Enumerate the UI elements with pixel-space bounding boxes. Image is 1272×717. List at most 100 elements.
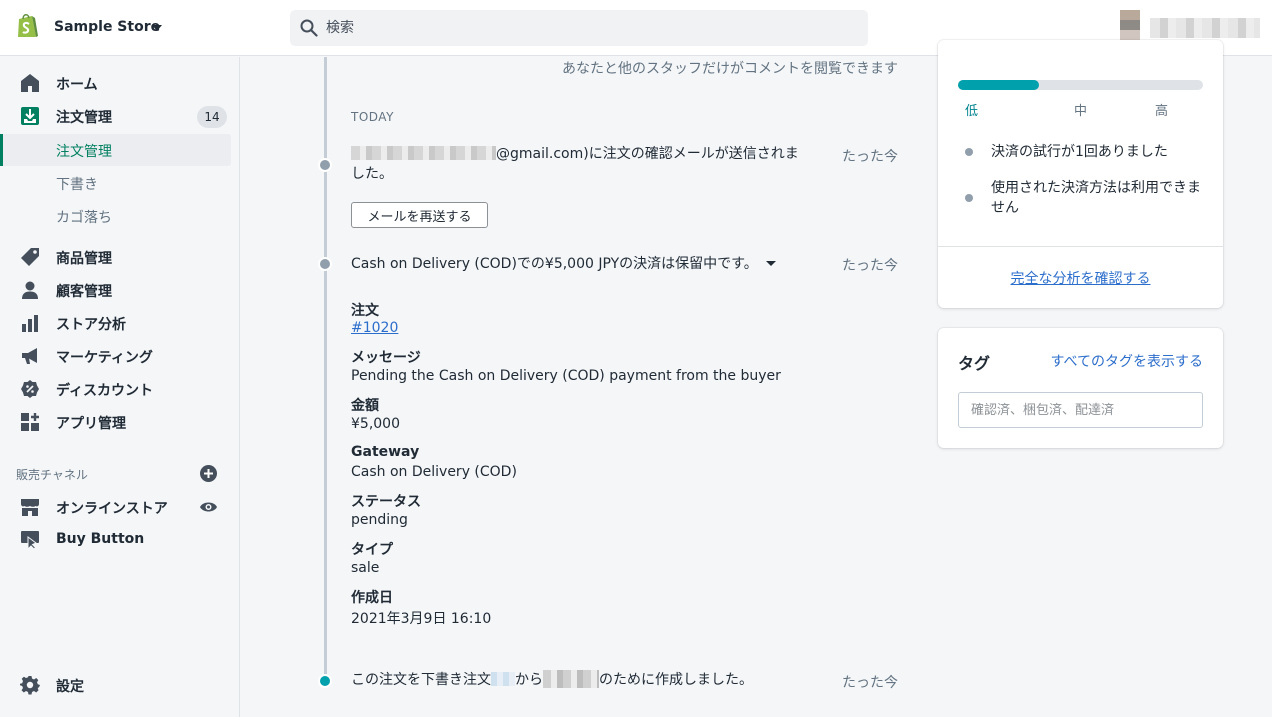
- apps-icon: [21, 413, 39, 431]
- tags-card: タグ すべてのタグを表示する: [938, 328, 1223, 448]
- buy-button-icon: [21, 531, 39, 550]
- redacted-email: [351, 146, 496, 160]
- sales-channels-heading: 販売チャネル: [16, 468, 88, 482]
- sidebar-item-label: 顧客管理: [56, 284, 112, 300]
- sidebar-subitem-label: カゴ落ち: [56, 210, 112, 226]
- sidebar-item-label: マーケティング: [56, 350, 153, 366]
- timeline-event-draft-created: この注文を下書き注文 から のために作成しました。: [351, 670, 753, 690]
- sidebar-item-label: ディスカウント: [56, 383, 154, 399]
- timeline-dot: [318, 674, 332, 688]
- eye-icon[interactable]: [199, 500, 218, 514]
- sidebar-subitem-label: 下書き: [56, 177, 98, 193]
- sidebar-item-marketing[interactable]: マーケティング: [0, 340, 239, 372]
- fraud-analysis-card: 低 中 高 決済の試行が1回ありました 使用された決済方法は利用できません 完全…: [938, 40, 1223, 308]
- sidebar-item-analytics[interactable]: ストア分析: [0, 307, 239, 339]
- sidebar-item-label: 設定: [56, 679, 84, 695]
- sidebar-item-label: アプリ管理: [56, 416, 126, 432]
- detail-gateway-label: Gateway: [351, 444, 420, 460]
- sidebar-item-discounts[interactable]: ディスカウント: [0, 373, 239, 405]
- shopify-logo-icon[interactable]: [15, 12, 39, 40]
- risk-level-high: 高: [1155, 104, 1169, 119]
- gear-icon: [20, 676, 40, 695]
- comment-visibility-note: あなたと他のスタッフだけがコメントを閲覧できます: [562, 61, 898, 77]
- sidebar-item-home[interactable]: ホーム: [0, 67, 239, 99]
- detail-gateway-value: Cash on Delivery (COD): [351, 464, 517, 480]
- detail-created-value: 2021年3月9日 16:10: [351, 611, 492, 627]
- chevron-down-icon[interactable]: [152, 25, 162, 31]
- risk-indicator-text: 決済の試行が1回ありました: [991, 144, 1168, 160]
- tag-icon: [21, 248, 39, 266]
- avatar[interactable]: [1120, 10, 1140, 40]
- detail-amount-label: 金額: [351, 398, 379, 414]
- risk-indicator-text: 使用された決済方法は利用できません: [991, 180, 1201, 216]
- sidebar-item-label: Buy Button: [56, 531, 145, 547]
- add-circle-icon[interactable]: [200, 465, 217, 482]
- megaphone-icon: [22, 348, 37, 364]
- detail-type-label: タイプ: [351, 542, 393, 558]
- search-icon: [300, 19, 318, 37]
- timeline-event-email-sent: @gmail.com)に注文の確認メールが送信されました。: [351, 144, 811, 184]
- user-name-redacted[interactable]: [1150, 18, 1260, 38]
- sidebar-item-label: オンラインストア: [56, 501, 168, 517]
- sidebar-item-label: 商品管理: [56, 251, 112, 267]
- sidebar-item-label: 注文管理: [56, 110, 112, 126]
- orders-count-badge: 14: [197, 106, 227, 128]
- timeline-dot: [318, 257, 332, 271]
- detail-message-value: Pending the Cash on Delivery (COD) payme…: [351, 368, 781, 384]
- tags-input[interactable]: [958, 392, 1203, 428]
- timeline-event-payment-pending[interactable]: Cash on Delivery (COD)での¥5,000 JPYの決済は保留…: [351, 254, 776, 274]
- timeline-event-text: から: [515, 672, 543, 688]
- timeline-date-heading: TODAY: [351, 110, 394, 124]
- divider: [938, 246, 1223, 247]
- view-all-tags-link[interactable]: すべてのタグを表示する: [1051, 351, 1203, 371]
- sidebar-item-orders[interactable]: 注文管理 14: [0, 100, 239, 132]
- timeline-event-time: たった今: [842, 149, 898, 165]
- sidebar-item-label: ストア分析: [56, 317, 126, 333]
- risk-level-bar: [958, 80, 1203, 90]
- sidebar-item-apps[interactable]: アプリ管理: [0, 406, 239, 438]
- tags-title: タグ: [958, 354, 991, 373]
- risk-level-low: 低: [965, 104, 979, 119]
- timeline-event-time: たった今: [842, 258, 898, 274]
- timeline-event-text: のために作成しました。: [599, 672, 753, 688]
- sidebar-subitem-drafts[interactable]: 下書き: [0, 167, 239, 199]
- redacted-draft-number: [491, 672, 515, 686]
- bar-chart-icon: [22, 315, 38, 332]
- timeline-dot: [318, 158, 332, 172]
- timeline-line: [324, 57, 327, 682]
- bullet-icon: [965, 194, 973, 202]
- detail-amount-value: ¥5,000: [351, 416, 400, 432]
- orders-icon: [21, 107, 39, 125]
- home-icon: [21, 74, 39, 92]
- timeline-event-text: Cash on Delivery (COD)での¥5,000 JPYの決済は保留…: [351, 256, 758, 272]
- risk-level-fill: [958, 80, 1039, 90]
- detail-status-value: pending: [351, 512, 408, 528]
- sidebar-item-products[interactable]: 商品管理: [0, 241, 239, 273]
- sidebar-subitem-orders[interactable]: 注文管理: [0, 134, 231, 166]
- sidebar-subitem-label: 注文管理: [56, 144, 112, 160]
- discount-icon: [21, 380, 39, 398]
- detail-message-label: メッセージ: [351, 350, 421, 366]
- search-input[interactable]: [326, 10, 856, 46]
- risk-level-medium: 中: [1074, 104, 1088, 119]
- sidebar-item-settings[interactable]: 設定: [0, 669, 239, 701]
- store-icon: [21, 499, 39, 516]
- person-icon: [22, 281, 38, 299]
- search-bar[interactable]: [290, 10, 868, 46]
- store-name[interactable]: Sample Store: [54, 19, 160, 35]
- sidebar-item-customers[interactable]: 顧客管理: [0, 274, 239, 306]
- redacted-customer-name: [543, 670, 599, 688]
- detail-created-label: 作成日: [351, 590, 393, 606]
- chevron-down-icon[interactable]: [765, 261, 776, 266]
- bullet-icon: [965, 148, 973, 156]
- order-number-link[interactable]: #1020: [351, 320, 398, 336]
- resend-email-button[interactable]: メールを再送する: [351, 202, 488, 228]
- sidebar-channel-buy-button[interactable]: Buy Button: [0, 524, 239, 556]
- sidebar-item-label: ホーム: [56, 77, 98, 93]
- detail-type-value: sale: [351, 560, 380, 576]
- timeline-event-text: この注文を下書き注文: [351, 672, 491, 688]
- view-full-analysis-link[interactable]: 完全な分析を確認する: [938, 268, 1223, 288]
- detail-order-label: 注文: [351, 303, 379, 319]
- sidebar-subitem-abandoned-checkouts[interactable]: カゴ落ち: [0, 200, 239, 232]
- timeline-event-time: たった今: [842, 675, 898, 691]
